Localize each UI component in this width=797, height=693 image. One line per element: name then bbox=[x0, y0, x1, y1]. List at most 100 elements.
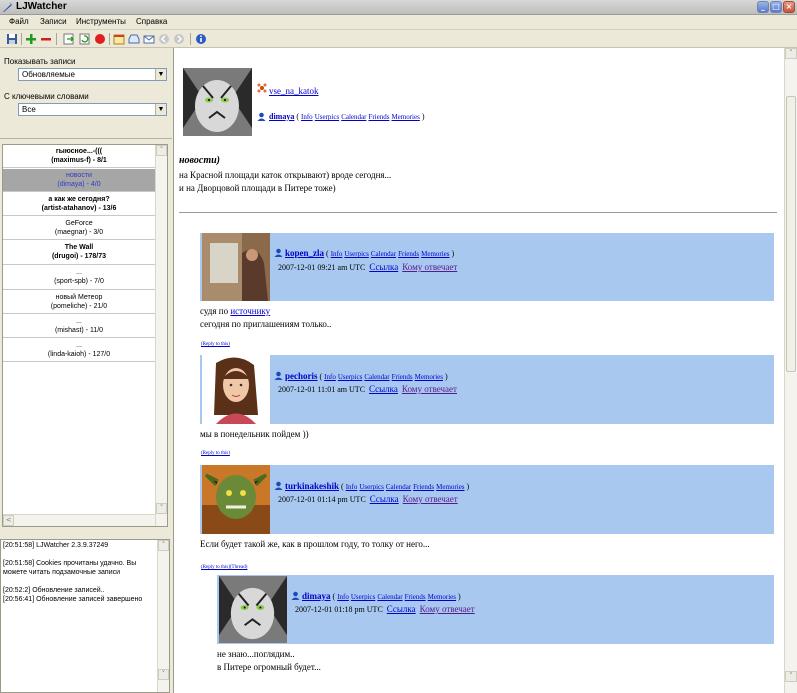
userpics-link[interactable]: Userpics bbox=[344, 250, 369, 258]
reply-link[interactable]: (Reply to this) bbox=[201, 565, 230, 570]
post-list-hscrollbar[interactable]: < bbox=[3, 514, 155, 526]
minimize-button[interactable]: _ bbox=[757, 1, 769, 13]
source-link[interactable]: источнику bbox=[230, 306, 270, 316]
menu-file[interactable]: Файл bbox=[9, 17, 29, 26]
post-list-item[interactable]: ... (sport-spb) - 7/0 bbox=[3, 266, 155, 290]
scroll-left-button[interactable]: < bbox=[3, 515, 14, 526]
calendar-icon[interactable] bbox=[113, 33, 125, 45]
community-icon bbox=[257, 83, 267, 93]
toolbar-separator bbox=[56, 33, 57, 45]
comment-permalink[interactable]: Ссылка bbox=[369, 262, 398, 272]
friends-link[interactable]: Friends bbox=[398, 250, 419, 258]
log-scrollbar[interactable]: ˄ ˅ bbox=[157, 540, 169, 692]
comment-permalink[interactable]: Ссылка bbox=[369, 384, 398, 394]
menu-posts[interactable]: Записи bbox=[40, 17, 67, 26]
comment-user-link[interactable]: turkinakeshik bbox=[285, 481, 339, 491]
add-icon[interactable] bbox=[25, 33, 37, 45]
scroll-up-button[interactable]: ˄ bbox=[156, 145, 167, 156]
userpics-link[interactable]: Userpics bbox=[338, 373, 363, 381]
comment-user-link[interactable]: kopen_zla bbox=[285, 248, 324, 258]
friends-link[interactable]: Friends bbox=[413, 483, 434, 491]
post-list[interactable]: гыюсное...-((((maximus-f) - 8/1 новости (d… bbox=[2, 144, 168, 527]
post-list-item[interactable]: новый Метеор (pomeliche) - 21/0 bbox=[3, 291, 155, 314]
stop-icon[interactable] bbox=[94, 33, 106, 45]
friends-link[interactable]: Friends bbox=[368, 113, 389, 121]
show-posts-select[interactable]: Обновляемые ▼ bbox=[18, 68, 167, 81]
info-link[interactable]: Info bbox=[337, 593, 349, 601]
comment-parent-link[interactable]: Кому отвечает bbox=[403, 494, 458, 504]
comment-permalink[interactable]: Ссылка bbox=[387, 604, 416, 614]
post-view-scrollbar[interactable]: ˄ ˅ bbox=[784, 48, 797, 693]
info-link[interactable]: Info bbox=[331, 250, 343, 258]
post-list-item[interactable]: гыюсное...-((((maximus-f) - 8/1 bbox=[3, 145, 155, 168]
memories-link[interactable]: Memories bbox=[428, 593, 456, 601]
userpics-link[interactable]: Userpics bbox=[315, 113, 340, 121]
calendar-link[interactable]: Calendar bbox=[364, 373, 389, 381]
post-body-line: на Красной площади каток открывают) врод… bbox=[179, 170, 392, 180]
scroll-down-button[interactable]: ˅ bbox=[785, 671, 797, 682]
title-bar[interactable]: LJWatcher _ □ × bbox=[0, 0, 797, 15]
forward-icon[interactable] bbox=[173, 33, 185, 45]
post-list-item[interactable]: GeForce (maegnar) - 3/0 bbox=[3, 217, 155, 240]
keywords-select[interactable]: Все ▼ bbox=[18, 103, 167, 116]
menu-help[interactable]: Справка bbox=[136, 17, 167, 26]
author-link[interactable]: dimaya bbox=[269, 112, 294, 121]
scroll-down-button[interactable]: ˅ bbox=[156, 503, 167, 514]
post-list-item[interactable]: The Wall (drugoi) - 178/73 bbox=[3, 241, 155, 265]
userpics-link[interactable]: Userpics bbox=[351, 593, 376, 601]
reply-link[interactable]: (Reply to this) bbox=[201, 342, 230, 347]
post-view[interactable]: vse_na_katok dimaya ( Info Userpics Cale… bbox=[173, 48, 797, 693]
inbox-icon[interactable] bbox=[128, 33, 140, 45]
comment-parent-link[interactable]: Кому отвечает bbox=[402, 384, 457, 394]
post-list-item[interactable]: ... (mishast) - 11/0 bbox=[3, 315, 155, 338]
post-list-item[interactable]: а как же сегодня? (artist-atahanov) - 13/… bbox=[3, 193, 155, 216]
close-button[interactable]: × bbox=[783, 1, 795, 13]
comment-permalink[interactable]: Ссылка bbox=[370, 494, 399, 504]
post-list-item-author: (linda-kaioh) - 127/0 bbox=[47, 351, 111, 358]
community-link[interactable]: vse_na_katok bbox=[269, 86, 319, 96]
userpics-link[interactable]: Userpics bbox=[359, 483, 384, 491]
memories-link[interactable]: Memories bbox=[415, 373, 443, 381]
remove-icon[interactable] bbox=[40, 33, 52, 45]
scroll-down-button[interactable]: ˅ bbox=[158, 669, 169, 680]
user-icon bbox=[274, 481, 283, 490]
calendar-link[interactable]: Calendar bbox=[371, 250, 396, 258]
refresh-icon[interactable] bbox=[79, 33, 91, 45]
comment-user-link[interactable]: pechoris bbox=[285, 371, 318, 381]
friends-link[interactable]: Friends bbox=[392, 373, 413, 381]
post-list-item[interactable]: новости (dimaya) - 4/0 bbox=[3, 169, 155, 192]
calendar-link[interactable]: Calendar bbox=[386, 483, 411, 491]
info-link[interactable]: Info bbox=[301, 113, 313, 121]
back-icon[interactable] bbox=[158, 33, 170, 45]
friends-link[interactable]: Friends bbox=[405, 593, 426, 601]
post-list-item-title: GeForce bbox=[65, 220, 93, 227]
scroll-up-button[interactable]: ˄ bbox=[158, 540, 169, 551]
export-icon[interactable] bbox=[63, 33, 75, 45]
chevron-down-icon[interactable]: ▼ bbox=[155, 104, 166, 115]
chevron-down-icon[interactable]: ▼ bbox=[155, 69, 166, 80]
comment-meta: 2007-12-01 01:18 pm UTC Ссылка Кому отве… bbox=[295, 604, 475, 614]
thread-link[interactable]: (Thread) bbox=[230, 565, 248, 570]
comment-user-link[interactable]: dimaya bbox=[302, 591, 331, 601]
memories-link[interactable]: Memories bbox=[421, 250, 449, 258]
info-link[interactable]: Info bbox=[346, 483, 358, 491]
memories-link[interactable]: Memories bbox=[391, 113, 419, 121]
memories-link[interactable]: Memories bbox=[436, 483, 464, 491]
save-icon[interactable] bbox=[6, 33, 18, 45]
post-list-item[interactable]: ... (linda-kaioh) - 127/0 bbox=[3, 339, 155, 362]
scroll-up-button[interactable]: ˄ bbox=[785, 48, 797, 59]
post-list-scrollbar[interactable]: ˄ ˅ bbox=[155, 145, 167, 526]
calendar-link[interactable]: Calendar bbox=[341, 113, 366, 121]
info-icon[interactable] bbox=[195, 33, 207, 45]
maximize-button[interactable]: □ bbox=[770, 1, 782, 13]
menu-tools[interactable]: Инструменты bbox=[76, 17, 126, 26]
comment-parent-link[interactable]: Кому отвечает bbox=[420, 604, 475, 614]
mail-icon[interactable] bbox=[143, 33, 155, 45]
comment-text-part: судя по bbox=[200, 306, 231, 316]
calendar-link[interactable]: Calendar bbox=[377, 593, 402, 601]
info-link[interactable]: Info bbox=[324, 373, 336, 381]
comment-meta: 2007-12-01 09:21 am UTC Ссылка Кому отве… bbox=[278, 262, 457, 272]
reply-link[interactable]: (Reply to this) bbox=[201, 451, 230, 456]
scroll-thumb[interactable] bbox=[786, 96, 796, 372]
comment-parent-link[interactable]: Кому отвечает bbox=[402, 262, 457, 272]
